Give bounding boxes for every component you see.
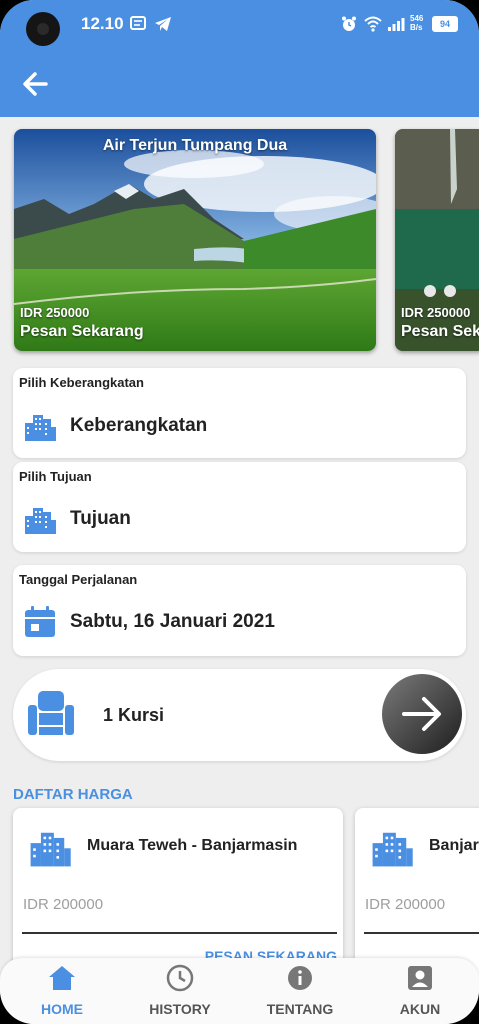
telegram-icon <box>154 16 172 35</box>
city-icon <box>23 409 57 448</box>
wifi-icon <box>364 16 382 35</box>
arrow-left-icon <box>23 72 48 96</box>
info-icon <box>285 964 315 992</box>
divider <box>364 932 479 934</box>
nav-history[interactable]: HISTORY <box>120 958 240 1024</box>
signal-icon <box>387 16 405 35</box>
city-icon <box>23 502 57 541</box>
route-name: Muara Teweh - Banjarmasin <box>87 837 298 854</box>
seat-count: 1 Kursi <box>103 705 165 725</box>
destination-selector[interactable]: Pilih Tujuan Tujuan <box>13 462 466 552</box>
nav-about[interactable]: TENTANG <box>240 958 360 1024</box>
nav-account[interactable]: AKUN <box>360 958 479 1024</box>
card-title: Air Terjun Tumpang Dua <box>102 137 288 154</box>
card-price: IDR 250000 <box>20 305 90 320</box>
order-now-link[interactable]: Pesan Sekarang <box>20 323 144 341</box>
app-bar: 12.10 546 B/s 94 <box>0 0 479 117</box>
calendar-icon <box>23 605 57 644</box>
camera-cutout <box>26 12 60 46</box>
route-price: IDR 200000 <box>365 896 446 913</box>
departure-value: Keberangkatan <box>70 415 208 436</box>
arrow-right-icon <box>402 697 441 731</box>
card-price: IDR 250000 <box>401 305 471 320</box>
nav-home-label: HOME <box>41 1001 83 1017</box>
nav-account-label: AKUN <box>399 1001 441 1017</box>
price-card[interactable]: Banjarmasin IDR 200000 <box>355 808 479 978</box>
alarm-icon <box>341 16 357 35</box>
destination-card[interactable]: IDR 250000 Pesan Sekarang <box>395 129 479 351</box>
battery-level: 94 <box>439 19 450 29</box>
price-list-heading: DAFTAR HARGA <box>13 786 133 803</box>
date-label: Tanggal Perjalanan <box>19 572 138 587</box>
network-speed-unit: B/s <box>410 23 423 32</box>
departure-label: Pilih Keberangkatan <box>19 375 144 390</box>
city-icon <box>370 825 414 874</box>
price-card[interactable]: Muara Teweh - Banjarmasin IDR 200000 PES… <box>13 808 343 978</box>
status-time: 12.10 <box>81 14 124 33</box>
notification-icon <box>130 16 146 33</box>
history-icon <box>165 964 195 992</box>
battery-icon: 94 <box>432 16 458 32</box>
destination-card[interactable]: Air Terjun Tumpang Dua IDR 250000 Pesan … <box>14 129 376 351</box>
network-speed: 546 B/s <box>410 14 423 32</box>
route-name: Banjarmasin <box>429 837 479 854</box>
back-button[interactable] <box>18 66 54 102</box>
departure-selector[interactable]: Pilih Keberangkatan Keberangkatan <box>13 368 466 458</box>
order-now-link[interactable]: Pesan Sekarang <box>401 323 479 341</box>
nav-about-label: TENTANG <box>266 1001 334 1017</box>
home-icon <box>47 964 77 992</box>
account-icon <box>405 964 435 992</box>
destination-value: Tujuan <box>70 508 131 529</box>
nav-home[interactable]: HOME <box>2 958 122 1024</box>
city-icon <box>28 825 72 874</box>
seat-selector[interactable]: 1 Kursi <box>13 669 466 761</box>
seat-icon <box>26 689 76 744</box>
date-selector[interactable]: Tanggal Perjalanan Sabtu, 16 Januari 202… <box>13 565 466 656</box>
app-screen: 12.10 546 B/s 94 Air Terjun Tumpang Dua … <box>0 0 479 1024</box>
search-button[interactable] <box>382 674 462 754</box>
date-value: Sabtu, 16 Januari 2021 <box>70 611 275 632</box>
bottom-navigation: HOME HISTORY TENTANG AKUN <box>0 958 479 1024</box>
network-speed-value: 546 <box>410 14 424 23</box>
route-price: IDR 200000 <box>23 896 104 913</box>
nav-history-label: HISTORY <box>149 1001 211 1017</box>
destination-label: Pilih Tujuan <box>19 469 92 484</box>
divider <box>22 932 337 934</box>
